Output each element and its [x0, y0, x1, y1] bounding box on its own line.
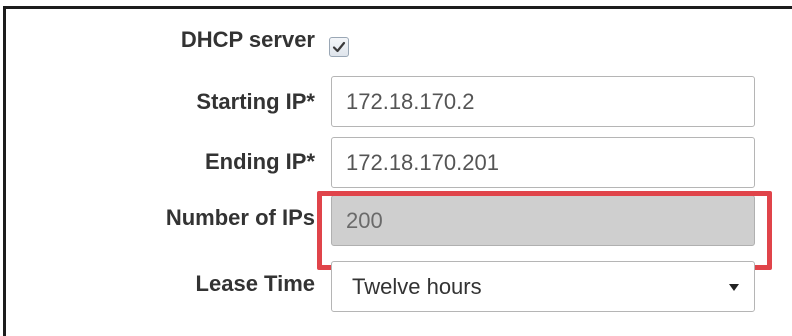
lease-time-selected-value: Twelve hours: [352, 273, 482, 299]
starting-ip-input[interactable]: 172.18.170.2: [331, 76, 755, 127]
lease-time-select[interactable]: Twelve hours: [331, 261, 755, 312]
ending-ip-label: Ending IP*: [205, 149, 315, 174]
highlight-box: [317, 191, 772, 270]
dhcp-settings-panel: DHCP server Starting IP* 172.18.170.2 En…: [3, 6, 792, 336]
ending-ip-input[interactable]: 172.18.170.201: [331, 137, 755, 188]
checkmark-icon: [332, 41, 346, 53]
starting-ip-label: Starting IP*: [196, 89, 315, 114]
dhcp-server-label: DHCP server: [180, 27, 315, 52]
lease-time-label: Lease Time: [195, 271, 315, 296]
dhcp-server-checkbox[interactable]: [329, 37, 349, 57]
caret-down-icon: [729, 284, 739, 291]
number-of-ips-label: Number of IPs: [165, 205, 315, 230]
